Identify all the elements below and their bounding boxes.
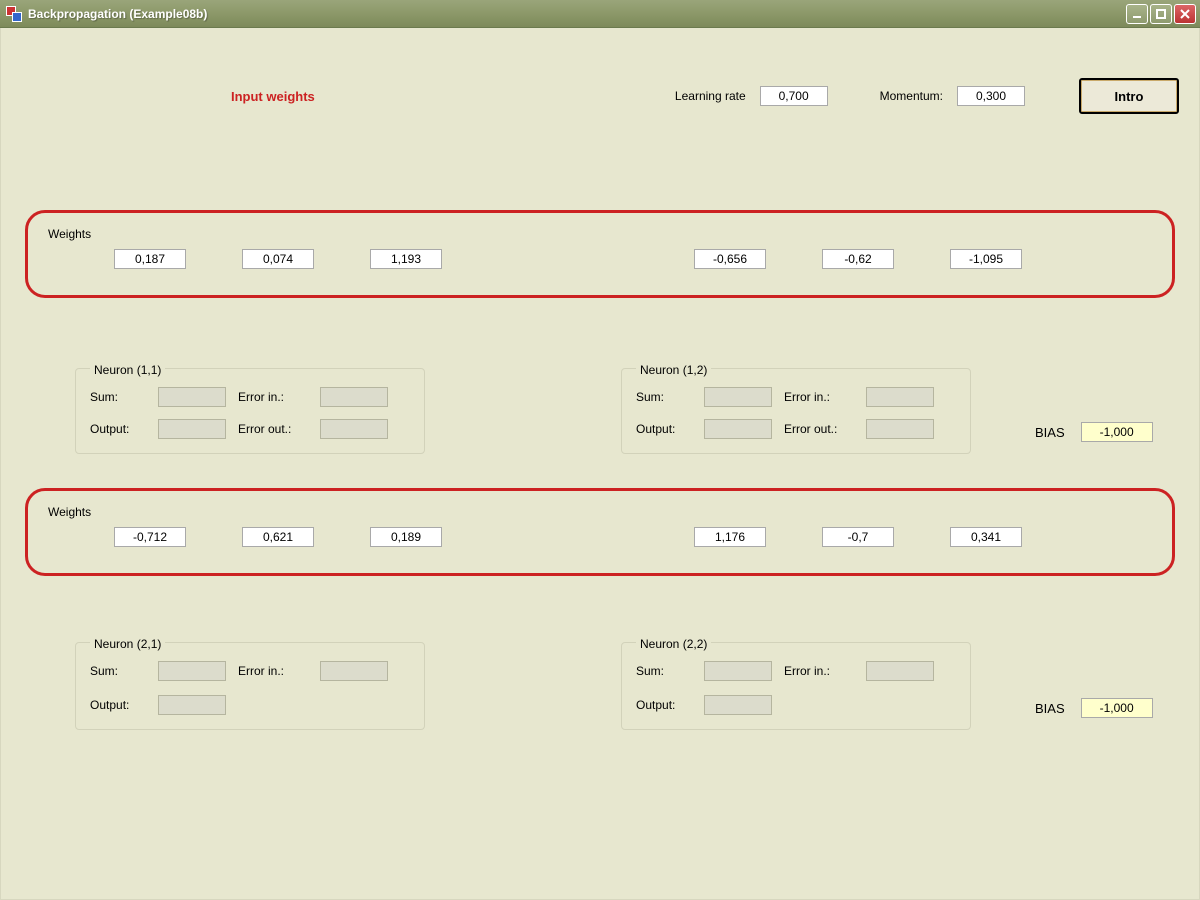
bias-1-label: BIAS (1035, 425, 1065, 440)
momentum-value[interactable]: 0,300 (957, 86, 1025, 106)
weights2-row: -0,712 0,621 0,189 1,176 -0,7 0,341 (48, 527, 1152, 547)
weights1-title: Weights (48, 227, 1152, 241)
weight1-3[interactable]: -0,656 (694, 249, 766, 269)
client-area: Input weights Learning rate 0,700 Moment… (0, 28, 1200, 900)
n11-output-label: Output: (90, 422, 146, 436)
n12-sum-value (704, 387, 772, 407)
n22-errin-label: Error in.: (784, 664, 854, 678)
learning-rate-value[interactable]: 0,700 (760, 86, 828, 106)
weight1-2[interactable]: 1,193 (370, 249, 442, 269)
bias-1-value[interactable]: -1,000 (1081, 422, 1153, 442)
n12-errout-label: Error out.: (784, 422, 854, 436)
n12-errout-value (866, 419, 934, 439)
weight2-2[interactable]: 0,189 (370, 527, 442, 547)
n12-sum-label: Sum: (636, 390, 692, 404)
input-weights-label: Input weights (231, 89, 315, 104)
titlebar: Backpropagation (Example08b) (0, 0, 1200, 28)
neuron-1-1-legend: Neuron (1,1) (90, 363, 165, 377)
maximize-icon (1155, 8, 1167, 20)
neuron-2-1-group: Neuron (2,1) Sum: Error in.: Output: (75, 642, 425, 730)
n12-output-value (704, 419, 772, 439)
bias-1-block: BIAS -1,000 (1035, 422, 1153, 442)
weights1-spacer (498, 249, 638, 269)
bias-2-value[interactable]: -1,000 (1081, 698, 1153, 718)
n21-errin-value (320, 661, 388, 681)
weight1-5[interactable]: -1,095 (950, 249, 1022, 269)
bias-2-label: BIAS (1035, 701, 1065, 716)
params-block: Learning rate 0,700 Momentum: 0,300 Intr… (675, 78, 1179, 114)
n21-output-value (158, 695, 226, 715)
n12-errin-label: Error in.: (784, 390, 854, 404)
weights1-row: 0,187 0,074 1,193 -0,656 -0,62 -1,095 (48, 249, 1152, 269)
n21-errin-label: Error in.: (238, 664, 308, 678)
weights2-spacer (498, 527, 638, 547)
minimize-icon (1131, 8, 1143, 20)
n12-errin-value (866, 387, 934, 407)
minimize-button[interactable] (1126, 4, 1148, 24)
n11-errout-label: Error out.: (238, 422, 308, 436)
n22-sum-value (704, 661, 772, 681)
neuron-2-1-legend: Neuron (2,1) (90, 637, 165, 651)
n11-sum-label: Sum: (90, 390, 146, 404)
neuron-1-2-legend: Neuron (1,2) (636, 363, 711, 377)
bias-2-block: BIAS -1,000 (1035, 698, 1153, 718)
n21-sum-label: Sum: (90, 664, 146, 678)
header-row: Input weights Learning rate 0,700 Moment… (21, 78, 1179, 114)
close-icon (1179, 8, 1191, 20)
n22-output-label: Output: (636, 698, 692, 712)
n21-sum-value (158, 661, 226, 681)
intro-button[interactable]: Intro (1079, 78, 1179, 114)
app-icon (6, 6, 22, 22)
n11-sum-value (158, 387, 226, 407)
maximize-button[interactable] (1150, 4, 1172, 24)
n11-output-value (158, 419, 226, 439)
n22-errin-value (866, 661, 934, 681)
learning-rate-label: Learning rate (675, 89, 746, 103)
neuron-1-1-group: Neuron (1,1) Sum: Error in.: Output: Err… (75, 368, 425, 454)
weight1-1[interactable]: 0,074 (242, 249, 314, 269)
neuron-1-2-group: Neuron (1,2) Sum: Error in.: Output: Err… (621, 368, 971, 454)
n22-output-value (704, 695, 772, 715)
weight2-5[interactable]: 0,341 (950, 527, 1022, 547)
weight2-0[interactable]: -0,712 (114, 527, 186, 547)
window-title: Backpropagation (Example08b) (28, 7, 1124, 21)
weight2-1[interactable]: 0,621 (242, 527, 314, 547)
n11-errout-value (320, 419, 388, 439)
neuron-2-2-group: Neuron (2,2) Sum: Error in.: Output: (621, 642, 971, 730)
weight2-3[interactable]: 1,176 (694, 527, 766, 547)
n11-errin-label: Error in.: (238, 390, 308, 404)
weights-panel-1: Weights 0,187 0,074 1,193 -0,656 -0,62 -… (25, 210, 1175, 298)
n12-output-label: Output: (636, 422, 692, 436)
n21-output-label: Output: (90, 698, 146, 712)
weights2-title: Weights (48, 505, 1152, 519)
weight1-4[interactable]: -0,62 (822, 249, 894, 269)
weight1-0[interactable]: 0,187 (114, 249, 186, 269)
weight2-4[interactable]: -0,7 (822, 527, 894, 547)
close-button[interactable] (1174, 4, 1196, 24)
momentum-label: Momentum: (880, 89, 943, 103)
n11-errin-value (320, 387, 388, 407)
n22-sum-label: Sum: (636, 664, 692, 678)
neuron-2-2-legend: Neuron (2,2) (636, 637, 711, 651)
weights-panel-2: Weights -0,712 0,621 0,189 1,176 -0,7 0,… (25, 488, 1175, 576)
